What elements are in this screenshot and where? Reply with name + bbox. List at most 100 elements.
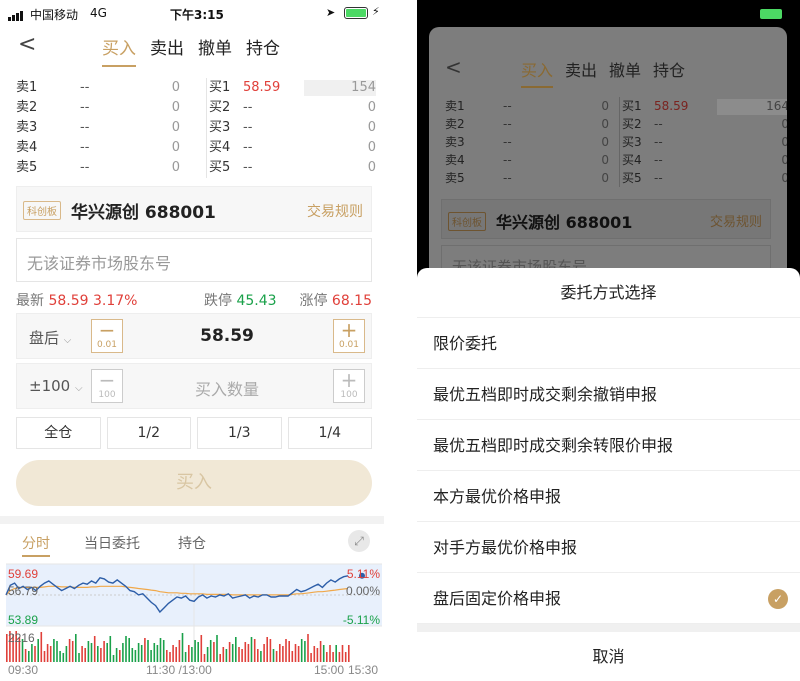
cancel-button[interactable]: 取消 — [417, 632, 800, 681]
ask-row[interactable]: 卖3 -- 0 — [16, 118, 186, 138]
volume-bar — [294, 644, 297, 662]
buy-submit-button[interactable]: 买入 — [16, 460, 372, 506]
back-icon: < — [445, 55, 462, 79]
latest-quote[interactable]: 最新 58.59 3.17% — [16, 290, 137, 310]
volume-bar — [225, 649, 228, 662]
tab-chart-positions[interactable]: 持仓 — [178, 533, 206, 553]
fraction-half-button[interactable]: 1/2 — [106, 417, 191, 449]
price-input[interactable]: 58.59 — [167, 326, 287, 346]
volume-bars — [6, 631, 350, 662]
volume-bar — [178, 640, 181, 662]
volume-bar — [209, 640, 212, 662]
volume-bar — [34, 646, 36, 662]
shareholder-account-placeholder: 无该证券市场股东号 — [27, 254, 172, 273]
option-counterparty-best-price[interactable]: 对手方最优价格申报 — [417, 522, 800, 573]
option-own-best-price[interactable]: 本方最优价格申报 — [417, 471, 800, 522]
trading-rules-link[interactable]: 交易规则 — [307, 201, 363, 221]
level-volume: 0 — [601, 153, 609, 167]
fraction-all-button[interactable]: 全仓 — [16, 417, 101, 449]
top-nav: < 买入 卖出 撤单 持仓 — [0, 28, 384, 67]
level-label: 卖1 — [445, 99, 465, 113]
fraction-third-button[interactable]: 1/3 — [197, 417, 282, 449]
price-increase-button[interactable]: +0.01 — [333, 319, 365, 353]
volume-bar — [247, 644, 250, 662]
volume-bar — [43, 651, 46, 662]
tab-today-orders[interactable]: 当日委托 — [84, 533, 140, 553]
volume-bar — [203, 654, 206, 662]
level-volume: 0 — [171, 120, 180, 135]
volume-bar — [109, 636, 112, 662]
ask-row[interactable]: 卖5 -- 0 — [16, 158, 186, 178]
intraday-chart[interactable]: 59.69 56.79 53.89 5.11% 0.00% -5.11% 221… — [0, 562, 384, 681]
quantity-decrease-button[interactable]: −100 — [91, 369, 123, 403]
x-label-open: 09:30 — [8, 663, 38, 677]
level-label: 买2 — [209, 100, 231, 115]
bid-row[interactable]: 买2 -- 0 — [207, 98, 376, 118]
volume-bar — [131, 648, 134, 662]
fraction-quarter-button[interactable]: 1/4 — [287, 417, 372, 449]
back-icon[interactable]: < — [18, 32, 40, 58]
board-badge: 科创板 — [448, 212, 486, 231]
option-best-five-to-limit[interactable]: 最优五档即时成交剩余转限价申报 — [417, 420, 800, 471]
ask-row[interactable]: 卖1 -- 0 — [16, 78, 186, 98]
limit-down-quote[interactable]: 跌停 45.43 — [204, 290, 277, 310]
stock-selector[interactable]: 科创板 华兴源创 688001 交易规则 — [16, 186, 372, 232]
checkmark-icon: ✓ — [768, 589, 788, 609]
tab-positions[interactable]: 持仓 — [246, 34, 280, 67]
volume-bar — [37, 639, 39, 662]
tab-buy[interactable]: 买入 — [102, 34, 136, 67]
quantity-input[interactable]: 买入数量 — [157, 376, 297, 400]
expand-icon[interactable]: ⤢ — [348, 530, 370, 552]
option-limit-order[interactable]: 限价委托 — [417, 318, 800, 369]
option-best-five-cancel[interactable]: 最优五档即时成交剩余撤销申报 — [417, 369, 800, 420]
limit-up-quote[interactable]: 涨停 68.15 — [299, 290, 372, 310]
level-price: 58.59 — [654, 99, 689, 113]
order-book: 卖1 -- 0 卖2 -- 0 卖3 -- 0 卖4 -- 0 卖5 -- 0 买1 58.59 164… — [443, 97, 787, 197]
level-volume: 0 — [781, 135, 787, 149]
battery-icon — [344, 7, 368, 19]
volume-bar — [31, 644, 33, 662]
option-after-hours-fixed-price[interactable]: 盘后固定价格申报 ✓ — [417, 573, 800, 624]
volume-bar — [40, 632, 43, 662]
bid-row[interactable]: 买4 -- 0 — [207, 138, 376, 158]
volume-bar — [56, 641, 58, 662]
volume-bar — [53, 639, 55, 662]
volume-bar — [344, 652, 347, 662]
tab-cancel-order[interactable]: 撤单 — [198, 34, 232, 67]
volume-bar — [348, 645, 350, 662]
y-pct-mid: 0.00% — [346, 584, 380, 598]
battery-icon — [760, 9, 782, 19]
volume-bar — [266, 637, 268, 662]
quantity-step-selector[interactable]: ±100 ⌵ — [29, 377, 83, 395]
level-volume: 0 — [367, 100, 376, 115]
bid-row[interactable]: 买3 -- 0 — [207, 118, 376, 138]
bid-row: 买3 -- 0 — [620, 133, 787, 151]
level-volume: 0 — [171, 80, 180, 95]
volume-bar — [341, 645, 344, 662]
volume-bar — [216, 635, 218, 662]
level-price: -- — [243, 100, 253, 115]
volume-bar — [156, 645, 159, 662]
bid-row[interactable]: 买5 -- 0 — [207, 158, 376, 178]
quantity-increase-button[interactable]: +100 — [333, 369, 365, 403]
y-label-high: 59.69 — [8, 567, 38, 581]
bid-row[interactable]: 买1 58.59 154 — [207, 78, 376, 98]
volume-bar — [297, 646, 300, 662]
ask-row[interactable]: 卖4 -- 0 — [16, 138, 186, 158]
volume-bar — [313, 646, 316, 662]
order-type-dropdown[interactable]: 盘后 ⌵ — [29, 327, 71, 348]
tab-sell[interactable]: 卖出 — [150, 34, 184, 67]
level-volume: 0 — [367, 160, 376, 175]
volume-bar — [144, 638, 146, 662]
ask-row[interactable]: 卖2 -- 0 — [16, 98, 186, 118]
level-label: 卖4 — [445, 153, 465, 167]
volume-bar — [304, 641, 306, 662]
shareholder-account-field[interactable]: 无该证券市场股东号 — [16, 238, 372, 282]
limit-down-label: 跌停 — [204, 293, 232, 309]
volume-bar — [260, 651, 262, 662]
volume-bar — [307, 634, 309, 662]
price-decrease-button[interactable]: −0.01 — [91, 319, 123, 353]
level-volume: 0 — [781, 153, 787, 167]
volume-bar — [222, 647, 225, 662]
tab-intraday[interactable]: 分时 — [22, 533, 50, 557]
